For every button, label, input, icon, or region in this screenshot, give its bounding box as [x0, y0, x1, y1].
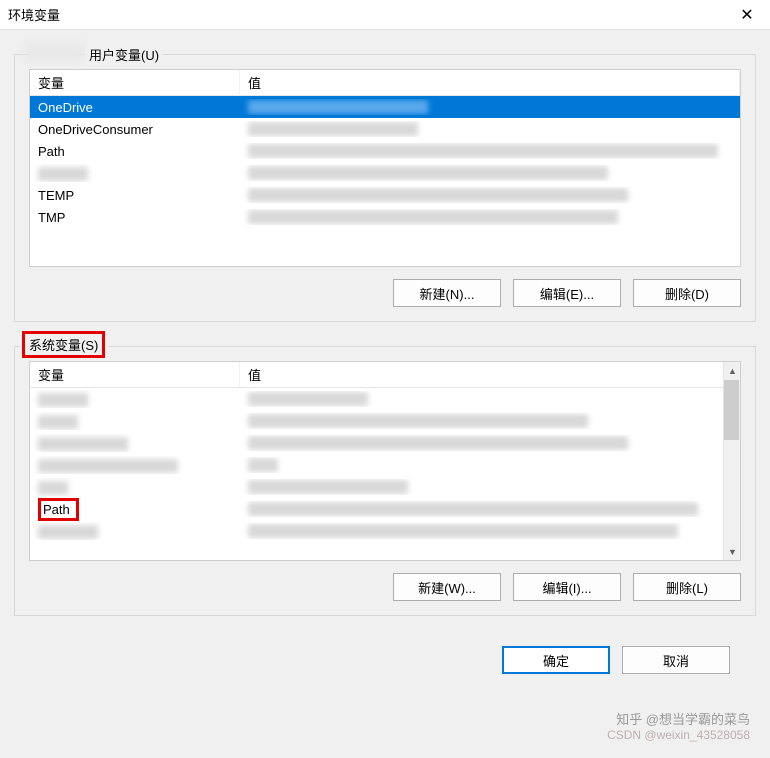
var-cell: TEMP	[30, 187, 240, 204]
table-row[interactable]: Path	[30, 140, 740, 162]
user-variables-label-text: 用户变量(U)	[89, 48, 159, 63]
table-row[interactable]	[30, 410, 740, 432]
scrollbar[interactable]: ▲ ▼	[723, 362, 740, 560]
watermark: 知乎 @想当学霸的菜鸟 CSDN @weixin_43528058	[607, 712, 750, 744]
val-cell	[240, 209, 740, 225]
system-variables-label-text: 系统变量(S)	[29, 338, 98, 353]
user-variables-group: 用户变量(U) 变量 值 OneDrive OneDriveConsumer P…	[14, 54, 756, 322]
table-row[interactable]	[30, 162, 740, 184]
system-buttons: 新建(W)... 编辑(I)... 删除(L)	[29, 573, 741, 601]
user-variables-label: 用户变量(U)	[85, 45, 163, 64]
system-col-value[interactable]: 值	[240, 361, 740, 388]
system-new-button[interactable]: 新建(W)...	[393, 573, 501, 601]
watermark-line1: 知乎 @想当学霸的菜鸟	[607, 712, 750, 729]
close-icon[interactable]: ✕	[732, 5, 762, 25]
system-list-header: 变量 值	[30, 362, 740, 388]
titlebar: 环境变量 ✕	[0, 0, 770, 30]
val-cell	[240, 121, 740, 137]
system-variables-label: 系统变量(S)	[21, 334, 109, 358]
var-cell: OneDriveConsumer	[30, 121, 240, 138]
table-row[interactable]	[30, 520, 740, 542]
user-col-value[interactable]: 值	[240, 69, 740, 96]
var-cell	[30, 478, 240, 496]
table-row[interactable]: TMP	[30, 206, 740, 228]
table-row[interactable]	[30, 476, 740, 498]
var-cell-path: Path	[30, 497, 240, 522]
var-cell	[30, 456, 240, 474]
table-row[interactable]: OneDrive	[30, 96, 740, 118]
table-row-path[interactable]: Path	[30, 498, 740, 520]
val-cell	[240, 143, 740, 159]
user-variables-list[interactable]: 变量 值 OneDrive OneDriveConsumer Path	[29, 69, 741, 267]
dialog-buttons: 确定 取消	[14, 640, 756, 674]
table-row[interactable]	[30, 432, 740, 454]
scroll-up-icon[interactable]: ▲	[724, 362, 741, 379]
path-label-text: Path	[43, 502, 70, 517]
var-cell	[30, 164, 240, 182]
var-cell: Path	[30, 143, 240, 160]
user-new-button[interactable]: 新建(N)...	[393, 279, 501, 307]
val-cell	[240, 391, 740, 407]
val-cell	[240, 479, 740, 495]
val-cell	[240, 99, 740, 115]
val-cell	[240, 165, 740, 181]
user-list-header: 变量 值	[30, 70, 740, 96]
system-list-body: Path	[30, 388, 740, 542]
path-highlight: Path	[38, 498, 79, 521]
var-cell	[30, 522, 240, 540]
system-variables-group: 系统变量(S) 变量 值	[14, 346, 756, 616]
username-blur	[25, 43, 85, 61]
var-cell: OneDrive	[30, 99, 240, 116]
system-label-highlight: 系统变量(S)	[22, 331, 105, 358]
table-row[interactable]: OneDriveConsumer	[30, 118, 740, 140]
system-edit-button[interactable]: 编辑(I)...	[513, 573, 621, 601]
val-cell	[240, 187, 740, 203]
cancel-button[interactable]: 取消	[622, 646, 730, 674]
ok-button[interactable]: 确定	[502, 646, 610, 674]
var-cell	[30, 390, 240, 408]
user-col-variable[interactable]: 变量	[30, 69, 240, 96]
user-list-body: OneDrive OneDriveConsumer Path TEMP	[30, 96, 740, 228]
val-cell	[240, 523, 740, 539]
var-cell: TMP	[30, 209, 240, 226]
scroll-down-icon[interactable]: ▼	[724, 543, 741, 560]
var-cell	[30, 434, 240, 452]
val-cell	[240, 435, 740, 451]
system-variables-list[interactable]: 变量 值	[29, 361, 741, 561]
table-row[interactable]	[30, 454, 740, 476]
watermark-line2: CSDN @weixin_43528058	[607, 728, 750, 744]
window-title: 环境变量	[8, 5, 60, 24]
var-cell	[30, 412, 240, 430]
val-cell	[240, 501, 740, 517]
user-delete-button[interactable]: 删除(D)	[633, 279, 741, 307]
scroll-thumb[interactable]	[724, 380, 739, 440]
system-col-variable[interactable]: 变量	[30, 361, 240, 388]
system-delete-button[interactable]: 删除(L)	[633, 573, 741, 601]
val-cell	[240, 413, 740, 429]
user-edit-button[interactable]: 编辑(E)...	[513, 279, 621, 307]
dialog-content: 用户变量(U) 变量 值 OneDrive OneDriveConsumer P…	[0, 30, 770, 684]
user-buttons: 新建(N)... 编辑(E)... 删除(D)	[29, 279, 741, 307]
table-row[interactable]: TEMP	[30, 184, 740, 206]
table-row[interactable]	[30, 388, 740, 410]
val-cell	[240, 457, 740, 473]
